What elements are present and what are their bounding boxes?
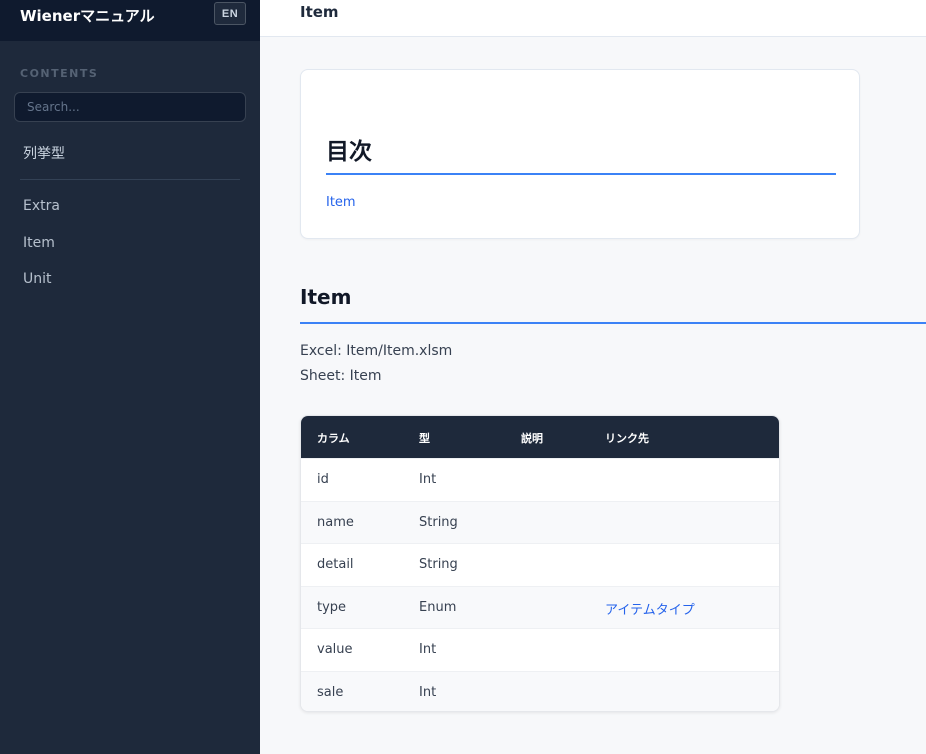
cell-column: sale (317, 685, 344, 700)
cell-column: value (317, 642, 353, 657)
columns-table: カラム 型 説明 リンク先 id Int name String detail … (300, 415, 780, 712)
table-row: name String (301, 501, 779, 544)
excel-path: Excel: Item/Item.xlsm (300, 343, 453, 359)
link-item-type[interactable]: アイテムタイプ (605, 599, 695, 618)
cell-type: Int (419, 685, 437, 700)
cell-column: name (317, 515, 354, 530)
header-description: 説明 (521, 432, 543, 445)
cell-type: String (419, 515, 458, 530)
cell-type: String (419, 557, 458, 572)
table-row: detail String (301, 543, 779, 586)
table-row: value Int (301, 628, 779, 671)
sidebar-group-enums[interactable]: 列挙型 (23, 143, 65, 163)
cell-type: Int (419, 472, 437, 487)
toc-link-item[interactable]: Item (326, 195, 356, 210)
toc-title: 目次 (326, 139, 372, 165)
table-row: type Enum アイテムタイプ (301, 586, 779, 629)
section-title: Item (300, 285, 352, 309)
cell-column: id (317, 472, 329, 487)
sheet-name: Sheet: Item (300, 368, 382, 384)
toc-divider (326, 173, 836, 175)
sidebar: Wienerマニュアル EN CONTENTS 列挙型 Extra Item U… (0, 0, 260, 754)
page-title: Item (300, 3, 339, 21)
sidebar-item-item[interactable]: Item (23, 235, 55, 251)
header-link: リンク先 (605, 432, 649, 445)
cell-type: Enum (419, 600, 457, 615)
search-input[interactable] (14, 92, 246, 122)
toc-card: 目次 Item (300, 69, 860, 239)
section-divider (300, 322, 926, 324)
table-row: sale Int (301, 671, 779, 711)
table-header: カラム 型 説明 リンク先 (301, 416, 779, 458)
language-toggle-button[interactable]: EN (214, 2, 246, 25)
topbar: Item (260, 0, 926, 37)
sidebar-header: Wienerマニュアル EN (0, 0, 260, 41)
cell-type: Int (419, 642, 437, 657)
header-column: カラム (317, 432, 350, 445)
header-type: 型 (419, 432, 430, 445)
contents-label: CONTENTS (20, 67, 99, 80)
sidebar-item-extra[interactable]: Extra (23, 198, 60, 214)
sidebar-item-unit[interactable]: Unit (23, 271, 52, 287)
cell-column: detail (317, 557, 354, 572)
app-title[interactable]: Wienerマニュアル (20, 5, 155, 26)
sidebar-divider (20, 179, 240, 180)
cell-column: type (317, 600, 347, 615)
table-row: id Int (301, 458, 779, 501)
